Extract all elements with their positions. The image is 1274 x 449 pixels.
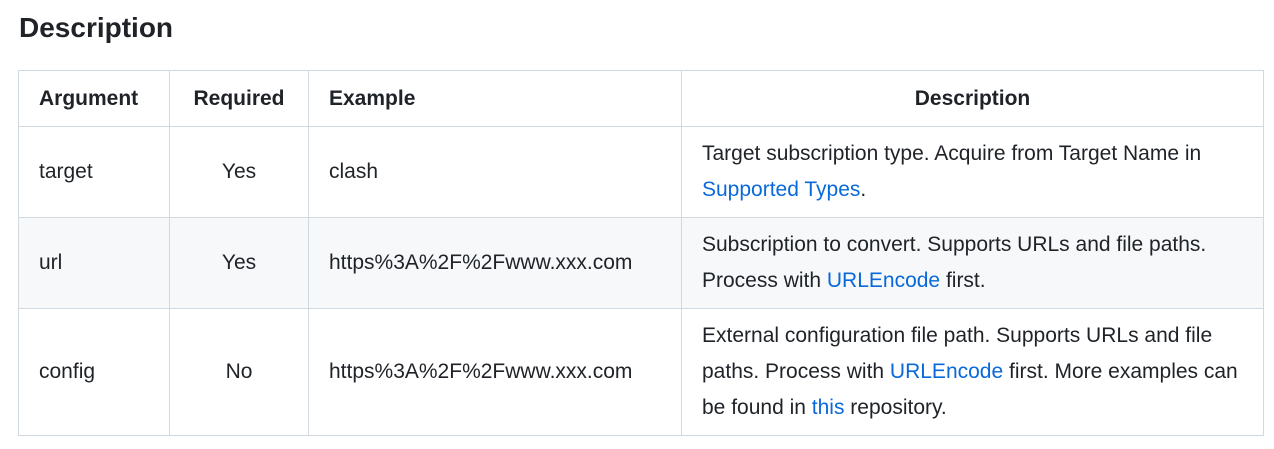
header-argument: Argument xyxy=(18,70,170,127)
table-header-row: Argument Required Example Description xyxy=(18,70,1264,127)
cell-argument: url xyxy=(18,217,170,309)
cell-description: Target subscription type. Acquire from T… xyxy=(681,126,1264,218)
description-text: repository. xyxy=(844,396,947,419)
header-description: Description xyxy=(681,70,1264,127)
description-link[interactable]: URLEncode xyxy=(890,360,1003,383)
cell-example: https%3A%2F%2Fwww.xxx.com xyxy=(308,217,682,309)
header-required: Required xyxy=(169,70,309,127)
table-row: target Yes clash Target subscription type. … xyxy=(18,126,1264,218)
description-text: . xyxy=(860,178,867,201)
description-link[interactable]: this xyxy=(812,396,845,419)
description-text: Target subscription type. Acquire from T… xyxy=(702,142,1202,165)
cell-description: External configuration file path. Suppor… xyxy=(681,308,1264,436)
table-row: config No https%3A%2F%2Fwww.xxx.com Externa… xyxy=(18,308,1264,436)
section-heading: Description xyxy=(19,12,174,43)
cell-argument: target xyxy=(18,126,170,218)
description-text: first. xyxy=(940,269,986,292)
description-link[interactable]: Supported Types xyxy=(702,178,860,201)
cell-required: Yes xyxy=(169,126,309,218)
cell-example: clash xyxy=(308,126,682,218)
table-row: url Yes https%3A%2F%2Fwww.xxx.com Subscript… xyxy=(18,217,1264,309)
cell-argument: config xyxy=(18,308,170,436)
cell-required: Yes xyxy=(169,217,309,309)
cell-example: https%3A%2F%2Fwww.xxx.com xyxy=(308,308,682,436)
description-link[interactable]: URLEncode xyxy=(827,269,940,292)
header-example: Example xyxy=(308,70,682,127)
cell-required: No xyxy=(169,308,309,436)
cell-description: Subscription to convert. Supports URLs a… xyxy=(681,217,1264,309)
arguments-table: Argument Required Example Description ta… xyxy=(18,70,1264,436)
